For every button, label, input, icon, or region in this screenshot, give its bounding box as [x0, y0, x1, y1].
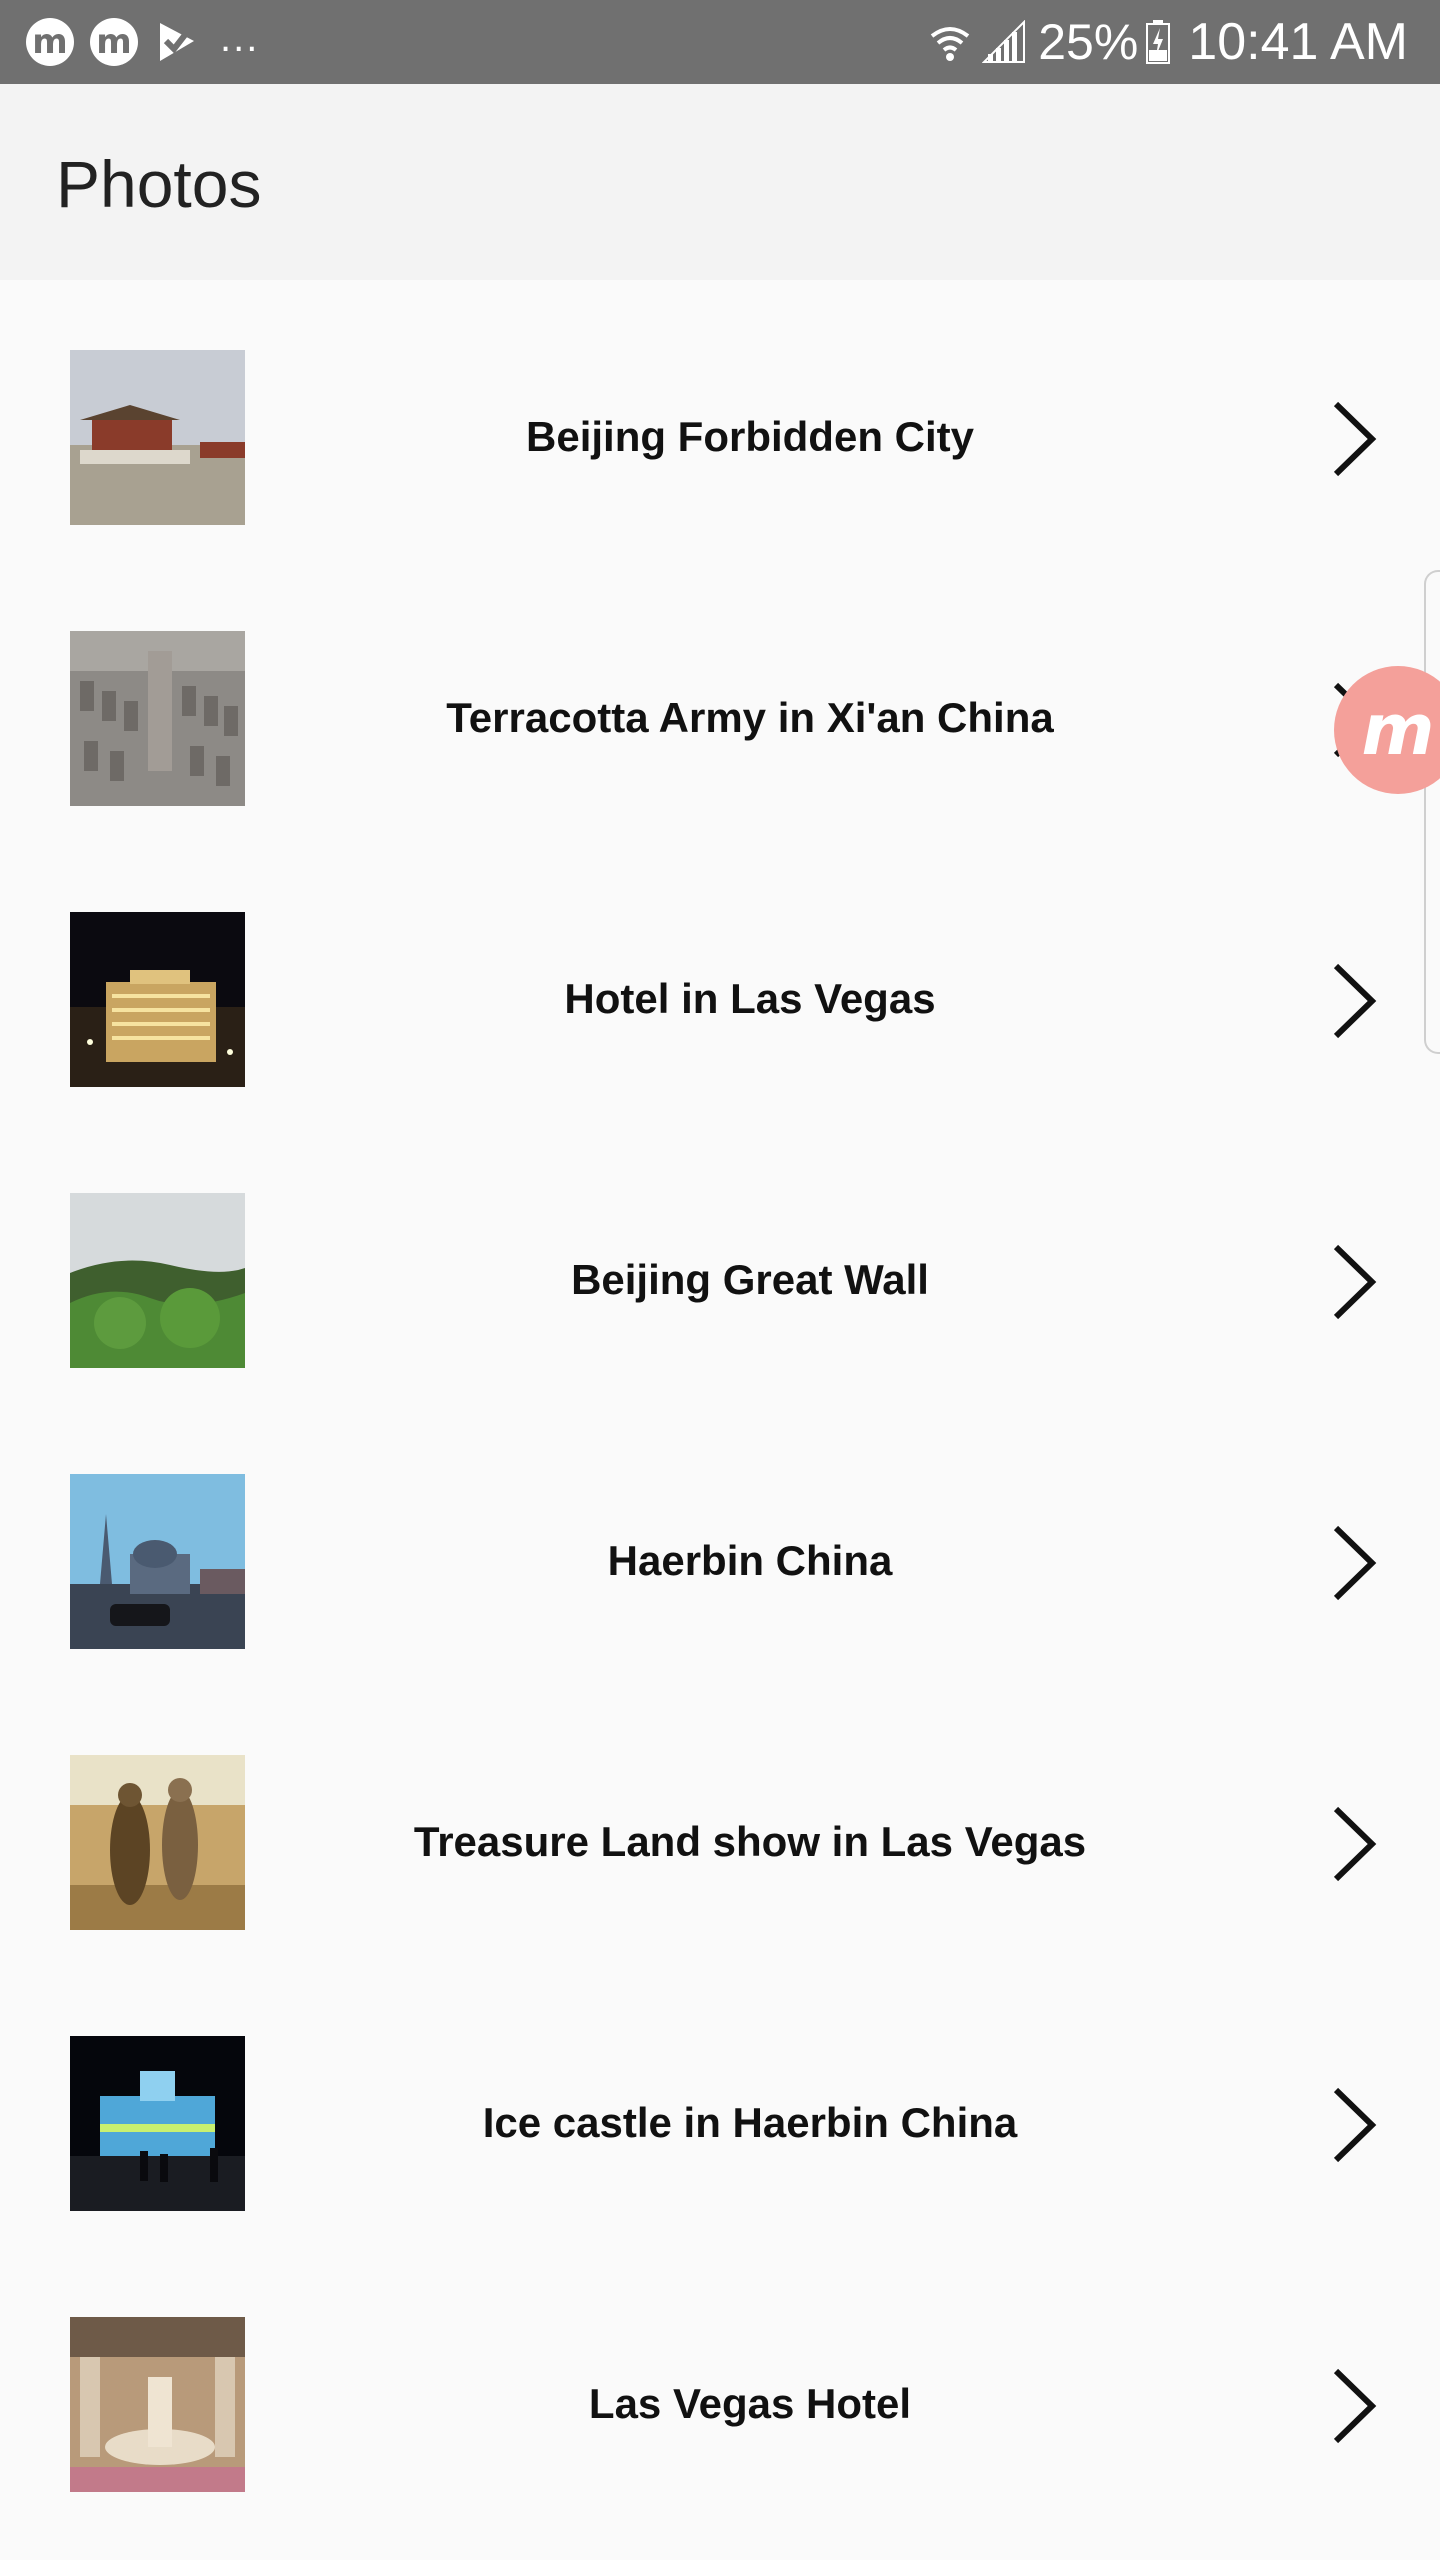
chevron-right-icon[interactable] — [1330, 1524, 1378, 1602]
photo-thumbnail — [70, 1755, 245, 1930]
list-item[interactable]: Las Vegas Hotel — [0, 2247, 1440, 2528]
list-item[interactable]: Beijing Forbidden City — [0, 280, 1440, 561]
edge-panel-handle[interactable] — [1424, 570, 1440, 1054]
more-notifications: ... — [220, 15, 260, 60]
photo-title: Beijing Forbidden City — [526, 412, 974, 460]
clock: 10:41 AM — [1188, 13, 1408, 71]
page-title: Photos — [56, 147, 262, 221]
photo-title: Treasure Land show in Las Vegas — [413, 1817, 1087, 1865]
photo-thumbnail — [70, 912, 245, 1087]
photo-thumbnail — [70, 1474, 245, 1649]
notification-area: m m ... — [26, 15, 260, 66]
list-item[interactable]: Hotel in Las Vegas — [0, 842, 1440, 1123]
photo-title: Hotel in Las Vegas — [564, 974, 936, 1022]
messenger-icon: m — [26, 18, 74, 66]
battery-percent: 25% — [1038, 14, 1139, 70]
battery-charging-icon — [1146, 20, 1171, 64]
chevron-right-icon[interactable] — [1330, 2086, 1378, 2164]
app-bar: Photos — [0, 84, 1440, 280]
photo-title: Las Vegas Hotel — [588, 2379, 912, 2427]
list-item[interactable]: Haerbin China — [0, 1404, 1440, 1685]
messenger-icon: m — [90, 18, 138, 66]
photo-thumbnail — [70, 631, 245, 806]
photo-list: Beijing Forbidden City Terracotta Army i… — [0, 280, 1440, 2528]
signal-icon — [982, 20, 1026, 63]
check-flag-icon — [160, 23, 194, 61]
photo-thumbnail — [70, 1193, 245, 1368]
list-item[interactable]: Ice castle in Haerbin China — [0, 1966, 1440, 2247]
chevron-right-icon[interactable] — [1330, 2367, 1378, 2445]
photo-thumbnail — [70, 2317, 245, 2492]
photo-title: Beijing Great Wall — [571, 1255, 929, 1303]
photo-title: Ice castle in Haerbin China — [482, 2098, 1018, 2146]
chevron-right-icon[interactable] — [1330, 1805, 1378, 1883]
photo-thumbnail — [70, 350, 245, 525]
photo-title: Terracotta Army in Xi'an China — [446, 693, 1054, 741]
system-status: 25% 10:41 AM — [918, 12, 1408, 72]
list-item[interactable]: Treasure Land show in Las Vegas — [0, 1685, 1440, 1966]
status-bar: m m ... 25% 10:41 AM — [0, 0, 1440, 84]
list-item[interactable]: Beijing Great Wall — [0, 1123, 1440, 1404]
chevron-right-icon[interactable] — [1330, 1243, 1378, 1321]
photo-title: Haerbin China — [607, 1536, 893, 1584]
wifi-icon — [930, 27, 970, 61]
chevron-right-icon[interactable] — [1330, 400, 1378, 478]
list-item[interactable]: Terracotta Army in Xi'an China — [0, 561, 1440, 842]
chevron-right-icon[interactable] — [1330, 962, 1378, 1040]
photo-thumbnail — [70, 2036, 245, 2211]
